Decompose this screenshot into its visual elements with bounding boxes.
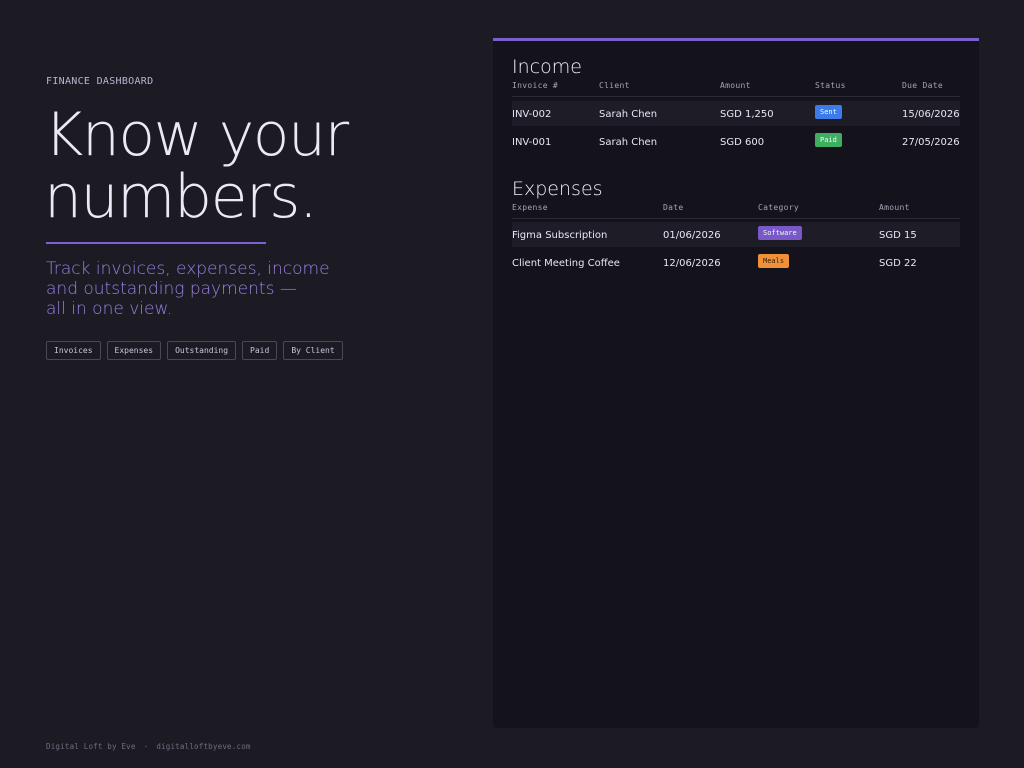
accent-divider bbox=[46, 242, 266, 244]
column-header: Client bbox=[599, 81, 630, 90]
table-row[interactable]: INV-001 Sarah Chen SGD 600 Paid 27/05/20… bbox=[512, 129, 960, 154]
client-name: Sarah Chen bbox=[599, 137, 658, 148]
footer-separator: · bbox=[143, 742, 149, 751]
headline-line: Know your bbox=[44, 100, 349, 170]
eyebrow-label: FINANCE DASHBOARD bbox=[46, 76, 154, 87]
column-header: Amount bbox=[879, 203, 910, 212]
invoice-number: INV-001 bbox=[512, 137, 552, 148]
invoice-number: INV-002 bbox=[512, 109, 552, 120]
subheadline-line: and outstanding payments — bbox=[46, 279, 297, 299]
amount: SGD 15 bbox=[879, 230, 917, 241]
headline-line: numbers. bbox=[44, 162, 318, 232]
subheadline-line: all in one view. bbox=[46, 299, 173, 319]
chip-by-client[interactable]: By Client bbox=[283, 341, 343, 360]
amount: SGD 22 bbox=[879, 258, 917, 269]
income-table-header: Invoice # Client Amount Status Due Date bbox=[512, 81, 960, 97]
finance-dashboard-page: FINANCE DASHBOARD Know your numbers. Tra… bbox=[0, 0, 1024, 768]
data-panel: Income Invoice # Client Amount Status Du… bbox=[493, 38, 979, 728]
footer-site-link[interactable]: digitalloftbyeve.com bbox=[156, 742, 250, 751]
due-date: 15/06/2026 bbox=[902, 109, 960, 120]
category-badge: Software bbox=[758, 226, 802, 240]
expense-name: Client Meeting Coffee bbox=[512, 258, 620, 269]
table-row[interactable]: Client Meeting Coffee 12/06/2026 Meals S… bbox=[512, 250, 960, 275]
column-header: Expense bbox=[512, 203, 548, 212]
chip-invoices[interactable]: Invoices bbox=[46, 341, 101, 360]
expenses-title: Expenses bbox=[512, 178, 603, 200]
amount: SGD 1,250 bbox=[720, 109, 774, 120]
expenses-table-header: Expense Date Category Amount bbox=[512, 203, 960, 219]
headline: Know your numbers. bbox=[44, 104, 464, 228]
column-header: Date bbox=[663, 203, 684, 212]
expense-name: Figma Subscription bbox=[512, 230, 608, 241]
expense-date: 12/06/2026 bbox=[663, 258, 721, 269]
column-header: Status bbox=[815, 81, 846, 90]
column-header: Invoice # bbox=[512, 81, 559, 90]
due-date: 27/05/2026 bbox=[902, 137, 960, 148]
amount: SGD 600 bbox=[720, 137, 765, 148]
status-badge: Paid bbox=[815, 133, 842, 147]
column-header: Category bbox=[758, 203, 799, 212]
status-badge: Sent bbox=[815, 105, 842, 119]
table-row[interactable]: Figma Subscription 01/06/2026 Software S… bbox=[512, 222, 960, 247]
client-name: Sarah Chen bbox=[599, 109, 658, 120]
income-title: Income bbox=[512, 56, 582, 78]
subheadline-line: Track invoices, expenses, income bbox=[46, 259, 330, 279]
footer-brand: Digital Loft by Eve bbox=[46, 742, 136, 751]
filter-chips: Invoices Expenses Outstanding Paid By Cl… bbox=[46, 341, 343, 360]
table-row[interactable]: INV-002 Sarah Chen SGD 1,250 Sent 15/06/… bbox=[512, 101, 960, 126]
chip-paid[interactable]: Paid bbox=[242, 341, 278, 360]
expense-date: 01/06/2026 bbox=[663, 230, 721, 241]
category-badge: Meals bbox=[758, 254, 790, 268]
column-header: Amount bbox=[720, 81, 751, 90]
subheadline: Track invoices, expenses, income and out… bbox=[46, 259, 346, 319]
chip-outstanding[interactable]: Outstanding bbox=[167, 341, 237, 360]
footer: Digital Loft by Eve · digitalloftbyeve.com bbox=[46, 742, 251, 751]
chip-expenses[interactable]: Expenses bbox=[106, 341, 162, 360]
column-header: Due Date bbox=[902, 81, 943, 90]
